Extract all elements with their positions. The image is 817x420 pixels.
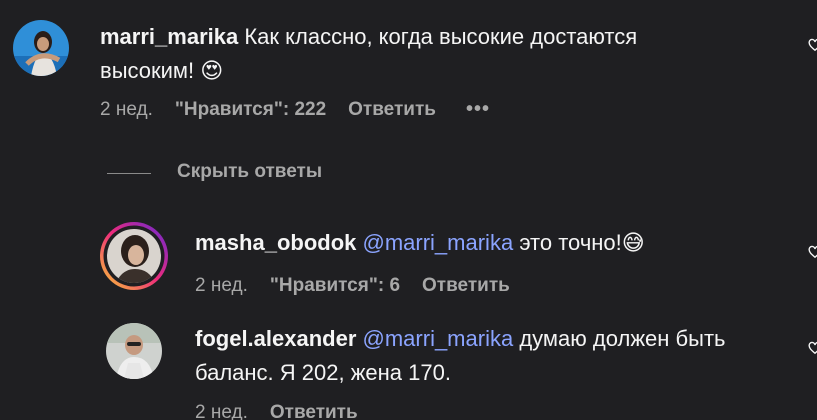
avatar[interactable] <box>106 323 162 379</box>
reply-username[interactable]: masha_obodok <box>195 230 356 255</box>
avatar-image <box>13 20 69 76</box>
comment-time: 2 нед. <box>100 98 153 120</box>
reply-likes[interactable]: "Нравится": 6 <box>270 275 400 297</box>
avatar-image <box>100 222 168 290</box>
mention-link[interactable]: @marri_marika <box>363 326 514 351</box>
heart-icon[interactable] <box>808 245 817 259</box>
heart-icon[interactable] <box>808 38 817 52</box>
comment-username[interactable]: marri_marika <box>100 24 238 49</box>
reply-text: masha_obodok @marri_marika это точно!😅 <box>195 226 795 260</box>
reply-text: fogel.alexander @marri_marika думаю долж… <box>195 322 795 390</box>
comments-thread: marri_marika Как классно, когда высокие … <box>0 0 817 420</box>
reply-meta: 2 нед. "Нравится": 6 Ответить <box>195 275 532 297</box>
heart-icon[interactable] <box>808 341 817 355</box>
avatar[interactable] <box>13 20 69 76</box>
comment-text: marri_marika Как классно, когда высокие … <box>100 20 710 88</box>
divider <box>107 173 151 174</box>
hide-replies-button[interactable]: Скрыть ответы <box>177 161 322 183</box>
reply-time: 2 нед. <box>195 402 248 420</box>
heart-eyes-emoji: 😍 <box>200 58 224 83</box>
reply-username[interactable]: fogel.alexander <box>195 326 356 351</box>
sweat-smile-emoji: 😅 <box>621 230 645 255</box>
avatar-image <box>106 323 162 379</box>
reply-body: это точно! <box>519 230 622 255</box>
more-options-icon[interactable]: ••• <box>466 98 490 121</box>
reply-button[interactable]: Ответить <box>422 275 510 297</box>
reply-time: 2 нед. <box>195 275 248 296</box>
reply-button[interactable]: Ответить <box>348 99 436 121</box>
mention-link[interactable]: @marri_marika <box>363 230 514 255</box>
reply-meta: 2 нед. Ответить <box>195 402 380 420</box>
comment-meta: 2 нед. "Нравится": 222 Ответить ••• <box>100 98 490 121</box>
avatar-story-ring[interactable] <box>99 221 169 291</box>
reply-button[interactable]: Ответить <box>270 402 358 420</box>
comment-likes[interactable]: "Нравится": 222 <box>175 99 326 121</box>
